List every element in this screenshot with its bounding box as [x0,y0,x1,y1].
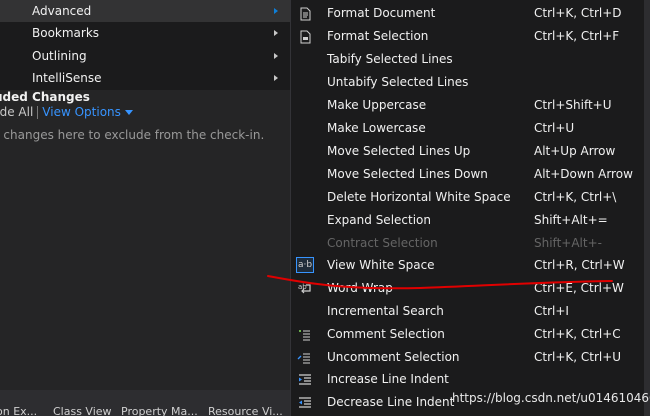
menu-item-label: Decrease Line Indent [327,395,455,409]
menu-item-label: Format Selection [327,29,429,43]
menu-item-untabify[interactable]: Untabify Selected Lines [291,71,645,94]
tab-resource-view[interactable]: Resource Vi... [208,405,283,416]
shortcut-text: Ctrl+K, Ctrl+F [534,29,620,43]
menu-item-view-white-space[interactable]: a·b View White Space Ctrl+R, Ctrl+W [291,254,645,277]
menu-item-label: Delete Horizontal White Space [327,190,511,204]
shortcut-text: Ctrl+R, Ctrl+W [534,258,625,272]
menu-item-make-uppercase[interactable]: Make Uppercase Ctrl+Shift+U [291,94,645,117]
menu-item-label: IntelliSense [32,71,102,85]
submenu-arrow-icon [274,30,278,36]
menu-item-advanced[interactable]: Advanced [0,0,290,22]
menu-item-uncomment-selection[interactable]: Uncomment Selection Ctrl+K, Ctrl+U [291,346,645,369]
view-options-link[interactable]: View Options [42,105,121,119]
menu-item-format-selection[interactable]: Format Selection Ctrl+K, Ctrl+F [291,25,645,48]
menu-item-bookmarks[interactable]: Bookmarks [0,22,290,44]
menu-item-label: Outlining [32,49,87,63]
menu-item-outlining[interactable]: Outlining [0,45,290,67]
drag-hint-text: g changes here to exclude from the check… [0,128,265,142]
menu-item-label: Word Wrap [327,281,393,295]
menu-item-label: Tabify Selected Lines [327,52,453,66]
menu-item-label: View White Space [327,258,435,272]
shortcut-text: Shift+Alt+= [534,213,608,227]
menu-item-word-wrap[interactable]: ab Word Wrap Ctrl+E, Ctrl+W [291,277,645,300]
shortcut-text: Ctrl+Shift+U [534,98,612,112]
menu-item-label: Incremental Search [327,304,444,318]
advanced-submenu: Format Document Ctrl+K, Ctrl+D Format Se… [290,0,646,416]
tab-class-view[interactable]: Class View [53,405,112,416]
menu-item-label: Comment Selection [327,327,445,341]
shortcut-text: Ctrl+U [534,121,575,135]
shortcut-text: Ctrl+I [534,304,569,318]
word-wrap-icon: ab [298,283,311,294]
menu-item-label: Advanced [32,4,92,18]
tab-property-manager[interactable]: Property Ma... [121,405,198,416]
comment-selection-icon [299,330,310,341]
pending-changes-panel: uded Changes ude All View Options g chang… [0,90,290,390]
format-selection-icon [300,30,311,44]
shortcut-text: Ctrl+K, Ctrl+\ [534,190,617,204]
shortcut-text: Alt+Down Arrow [534,167,633,181]
menu-item-contract-selection: Contract Selection Shift+Alt+- [291,232,645,255]
shortcut-text: Ctrl+K, Ctrl+C [534,327,621,341]
shortcut-text: Shift+Alt+- [534,236,602,250]
menu-item-label: Move Selected Lines Down [327,167,488,181]
divider [37,106,39,119]
bottom-tab-strip: on Ex... Class View Property Ma... Resou… [0,405,290,416]
menu-item-label: Expand Selection [327,213,431,227]
menu-item-incremental-search[interactable]: Incremental Search Ctrl+I [291,300,645,323]
menu-item-expand-selection[interactable]: Expand Selection Shift+Alt+= [291,209,645,232]
menu-item-label: Format Document [327,6,436,20]
shortcut-text: Ctrl+E, Ctrl+W [534,281,624,295]
exclude-row: ude All View Options [0,105,133,119]
menu-item-label: Bookmarks [32,26,100,40]
window-edge [644,0,650,416]
chevron-down-icon[interactable] [124,110,133,115]
submenu-arrow-icon [274,8,278,14]
menu-item-label: Make Lowercase [327,121,426,135]
uncomment-selection-icon [297,353,310,364]
menu-item-label: Uncomment Selection [327,350,460,364]
menu-item-intellisense[interactable]: IntelliSense [0,67,290,89]
excluded-changes-title: uded Changes [0,90,90,104]
shortcut-text: Alt+Up Arrow [534,144,616,158]
menu-item-move-lines-down[interactable]: Move Selected Lines Down Alt+Down Arrow [291,163,645,186]
parent-menu: Advanced Bookmarks Outlining IntelliSens… [0,0,291,90]
menu-item-tabify[interactable]: Tabify Selected Lines [291,48,645,71]
shortcut-text: Ctrl+K, Ctrl+U [534,350,622,364]
decrease-indent-icon [299,397,311,408]
menu-item-label: Contract Selection [327,236,438,250]
tab-solution-explorer[interactable]: on Ex... [0,405,37,416]
watermark-text: https://blog.csdn.net/u014610460 [452,391,650,405]
view-white-space-icon: a·b [296,257,314,273]
menu-item-delete-horizontal-white-space[interactable]: Delete Horizontal White Space Ctrl+K, Ct… [291,186,645,209]
menu-item-comment-selection[interactable]: Comment Selection Ctrl+K, Ctrl+C [291,323,645,346]
menu-item-label: Move Selected Lines Up [327,144,471,158]
exclude-all-link[interactable]: ude All [0,105,33,119]
menu-item-label: Make Uppercase [327,98,427,112]
shortcut-text: Ctrl+K, Ctrl+D [534,6,622,20]
submenu-arrow-icon [274,75,278,81]
menu-item-increase-indent[interactable]: Increase Line Indent [291,368,645,391]
increase-indent-icon [299,374,311,385]
menu-item-label: Increase Line Indent [327,372,449,386]
format-document-icon [300,7,311,21]
menu-item-format-document[interactable]: Format Document Ctrl+K, Ctrl+D [291,2,645,25]
view-white-space-glyph: a·b [298,260,313,270]
menu-item-label: Untabify Selected Lines [327,75,469,89]
menu-item-move-lines-up[interactable]: Move Selected Lines Up Alt+Up Arrow [291,140,645,163]
submenu-arrow-icon [274,53,278,59]
menu-item-make-lowercase[interactable]: Make Lowercase Ctrl+U [291,117,645,140]
